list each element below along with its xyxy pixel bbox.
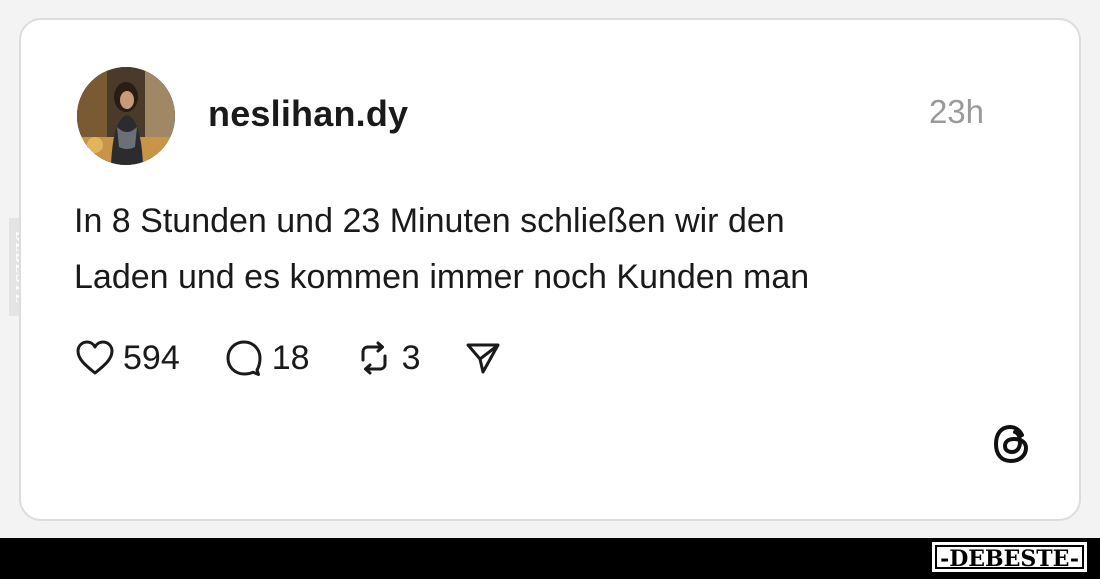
share-button[interactable] [464,339,502,377]
post-timestamp: 23h [928,93,984,130]
profile-photo-icon [77,67,175,165]
like-button[interactable]: 594 [75,339,180,378]
bottom-watermark-bar: -DEBESTE- [0,538,1100,579]
heart-icon [76,340,114,375]
reply-button[interactable]: 18 [224,338,310,378]
username[interactable]: neslihan.dy [208,93,408,135]
repost-icon [361,341,387,375]
repost-count: 3 [401,338,421,377]
threads-post-card: neslihan.dy 23h In 8 Stunden und 23 Minu… [19,18,1081,521]
post-text-line: Laden und es kommen immer noch Kunden ma… [74,258,810,296]
post-actions: 594 18 3 [75,336,502,380]
like-count: 594 [123,338,180,377]
avatar[interactable] [77,67,175,165]
page: DEBESTE neslihan.dy 23h In 8 Stunden und… [0,0,1100,579]
post-text-line: In 8 Stunden und 23 Minuten schließen wi… [74,202,785,240]
speech-bubble-icon [226,340,262,376]
threads-logo-icon[interactable] [989,421,1035,467]
post-text: In 8 Stunden und 23 Minuten schließen wi… [74,193,974,305]
send-icon [466,343,500,374]
reply-count: 18 [271,338,310,377]
brand-watermark: -DEBESTE- [932,542,1087,572]
repost-button[interactable]: 3 [354,338,421,378]
